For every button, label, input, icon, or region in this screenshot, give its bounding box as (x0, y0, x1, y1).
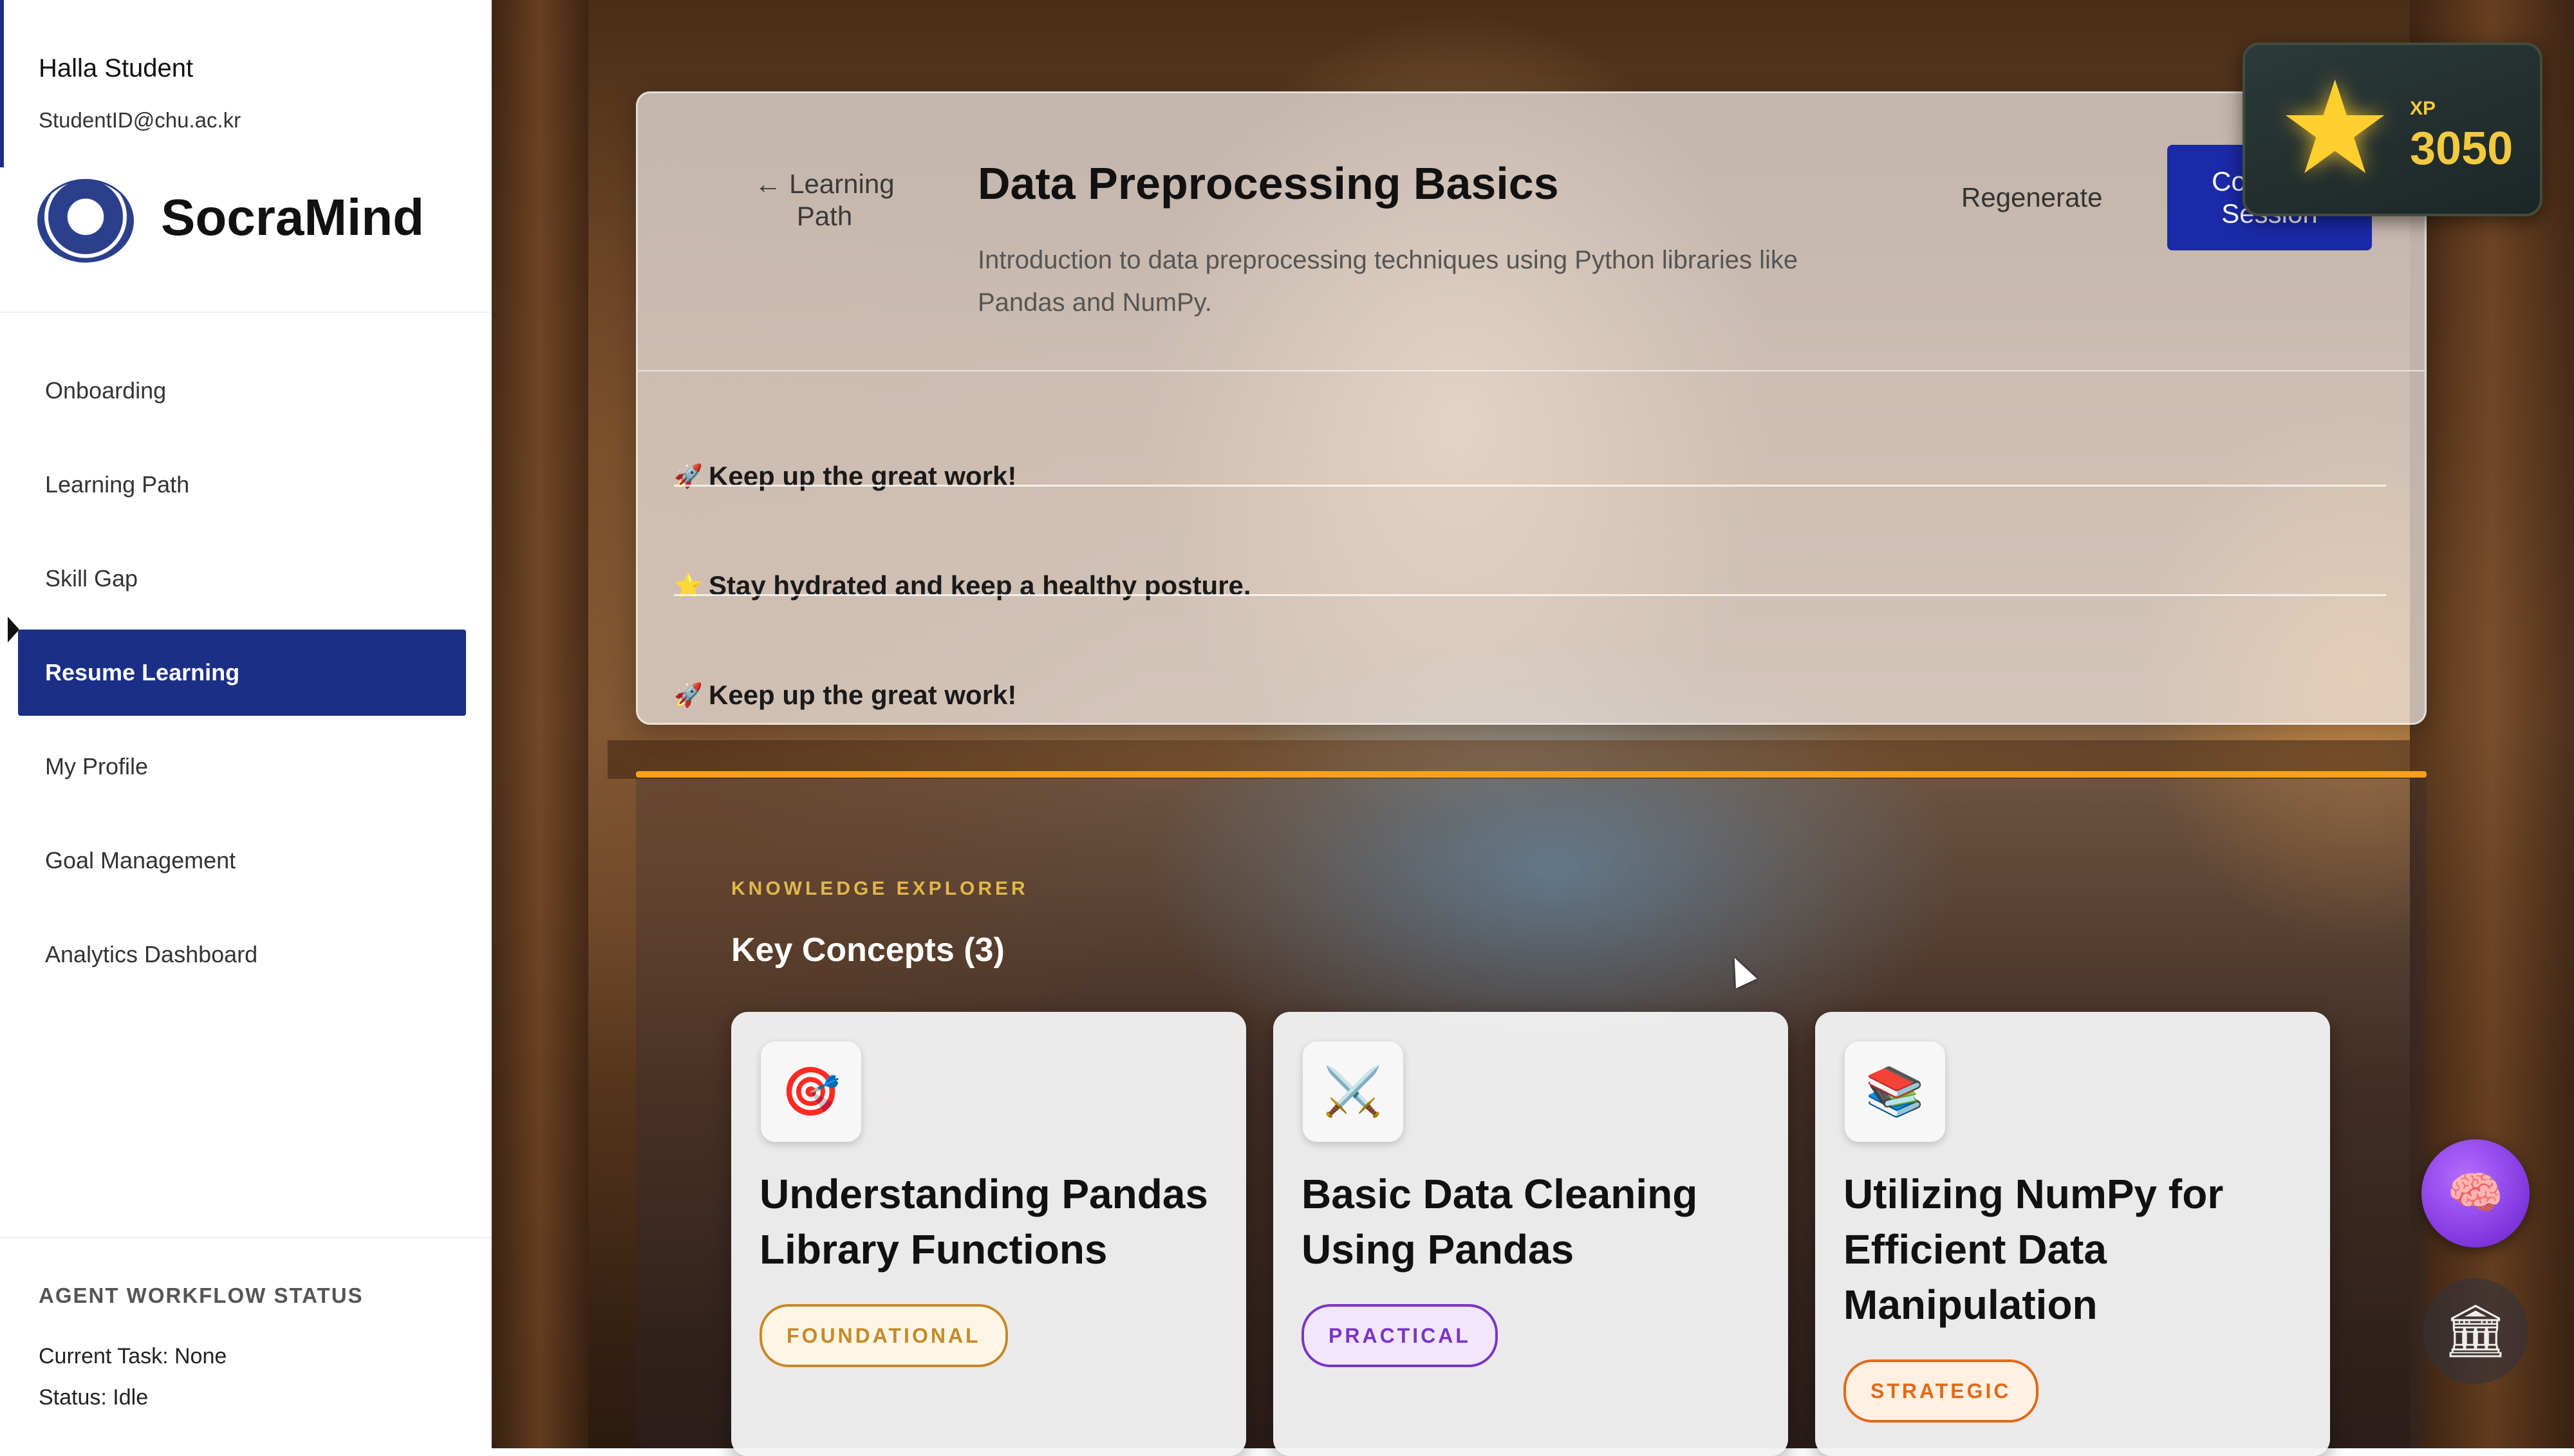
concept-tag: FOUNDATIONAL (760, 1304, 1008, 1367)
tip-text: Stay hydrated and keep a healthy posture… (709, 570, 1251, 601)
sidebar: Halla Student StudentID@chu.ac.kr SocraM… (0, 0, 492, 1448)
crossed-swords-icon: ⚔️ (1303, 1041, 1403, 1142)
workflow-status-title: AGENT WORKFLOW STATUS (39, 1283, 364, 1307)
section-accent-rule (636, 771, 2427, 778)
xp-badge: ★ XP 3050 (2243, 42, 2542, 216)
temple-icon: 🏛 (2443, 1302, 2508, 1359)
sidebar-item-onboarding[interactable]: Onboarding (18, 348, 466, 434)
active-caret-icon (8, 617, 19, 642)
brand-name: SocraMind (161, 189, 424, 246)
concept-card[interactable]: 🎯 Understanding Pandas Library Functions… (731, 1012, 1246, 1456)
sidebar-item-my-profile[interactable]: My Profile (18, 723, 466, 810)
workflow-current-task: Current Task: None (39, 1344, 227, 1368)
target-icon: 🎯 (761, 1041, 861, 1142)
xp-value: 3050 (2410, 123, 2513, 174)
tip-text: Keep up the great work! (709, 461, 1017, 491)
sidebar-item-analytics-dashboard[interactable]: Analytics Dashboard (18, 911, 466, 998)
key-concepts-title: Key Concepts (3) (731, 931, 1005, 969)
concept-tag: STRATEGIC (1843, 1359, 2038, 1423)
page-title: Data Preprocessing Basics (978, 158, 1559, 209)
concept-tag: PRACTICAL (1301, 1304, 1498, 1367)
concept-title: Utilizing NumPy for Efficient Data Manip… (1843, 1171, 2224, 1328)
regenerate-button[interactable]: Regenerate (1961, 182, 2103, 213)
concept-card[interactable]: 📚 Utilizing NumPy for Efficient Data Man… (1815, 1012, 2330, 1456)
rocket-icon: 🚀 (674, 682, 703, 708)
temple-button[interactable]: 🏛 (2423, 1278, 2528, 1384)
sidebar-divider (0, 312, 490, 313)
brain-assistant-button[interactable]: 🧠 (2421, 1139, 2530, 1247)
xp-label: XP (2410, 98, 2436, 119)
concept-title: Basic Data Cleaning Using Pandas (1301, 1171, 1698, 1273)
sidebar-item-resume-learning[interactable]: Resume Learning (18, 630, 466, 716)
motivation-tip: 🚀 Keep up the great work! (674, 640, 2386, 750)
back-to-learning-path-link[interactable]: ← Learning Path (741, 168, 908, 232)
workflow-status: Status: Idle (39, 1385, 149, 1410)
knowledge-explorer-label: KNOWLEDGE EXPLORER (731, 878, 1029, 899)
concept-card[interactable]: ⚔️ Basic Data Cleaning Using Pandas PRAC… (1273, 1012, 1788, 1456)
page-description: Introduction to data preprocessing techn… (978, 246, 1798, 317)
sidebar-accent (0, 0, 4, 167)
brain-icon: 🧠 (2447, 1168, 2504, 1218)
sidebar-item-skill-gap[interactable]: Skill Gap (18, 536, 466, 622)
university-seal-icon (37, 179, 134, 263)
sidebar-item-goal-management[interactable]: Goal Management (18, 817, 466, 904)
session-header-panel: ← Learning Path Data Preprocessing Basic… (636, 91, 2427, 725)
books-icon: 📚 (1845, 1041, 1945, 1142)
motivation-tip: 🚀 Keep up the great work! (674, 422, 2386, 531)
motivation-tip: ⭐ Stay hydrated and keep a healthy postu… (674, 531, 2386, 640)
star-icon: ★ (2277, 57, 2393, 200)
tip-divider (674, 485, 2386, 487)
sidebar-item-learning-path[interactable]: Learning Path (18, 442, 466, 528)
sidebar-nav: Onboarding Learning Path Skill Gap Resum… (18, 348, 466, 1005)
user-name: Halla Student (39, 54, 194, 82)
tip-divider (674, 594, 2386, 596)
sidebar-footer-divider (0, 1237, 490, 1238)
tip-text: Keep up the great work! (709, 680, 1017, 710)
user-email: StudentID@chu.ac.kr (39, 108, 241, 132)
header-divider (638, 370, 2425, 371)
concept-title: Understanding Pandas Library Functions (760, 1171, 1208, 1273)
